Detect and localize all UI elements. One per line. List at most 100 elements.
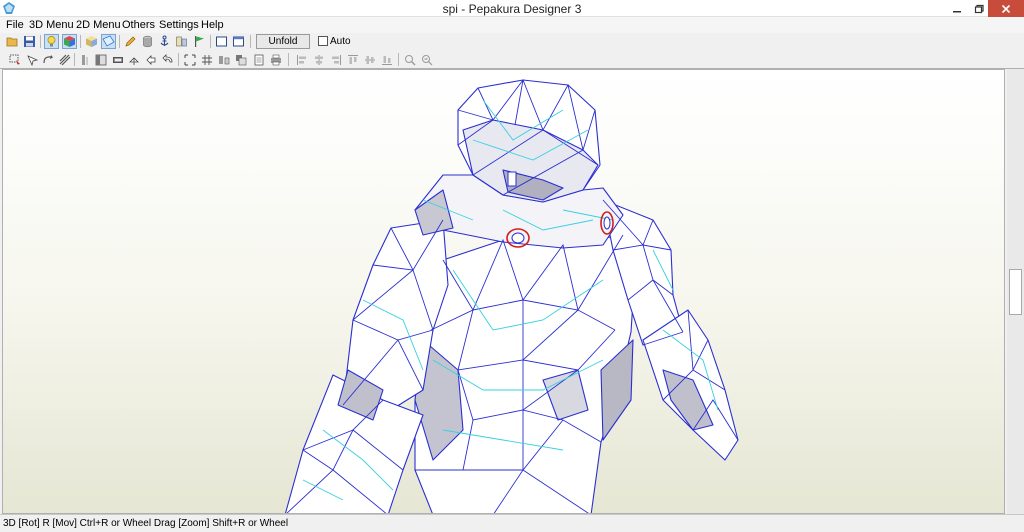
menu-help[interactable]: Help: [201, 19, 224, 31]
unfold-button[interactable]: Unfold: [256, 34, 310, 49]
save-button[interactable]: [22, 34, 37, 49]
snap-icon: [184, 54, 195, 65]
menu-2d[interactable]: 2D Menu: [76, 19, 121, 31]
snap-tool-button[interactable]: [182, 52, 197, 67]
toolbar-separator: [250, 35, 251, 48]
menu-settings[interactable]: Settings: [159, 19, 199, 31]
align-top-button[interactable]: [345, 52, 360, 67]
split-tool-button[interactable]: [77, 52, 92, 67]
menu-3d[interactable]: 3D Menu: [29, 19, 74, 31]
cylinder-icon: [143, 35, 152, 48]
pencil-button[interactable]: [123, 34, 138, 49]
mesh-ring-inner: [511, 232, 525, 244]
view-split-button[interactable]: [231, 34, 246, 49]
open-folder-icon: [6, 37, 18, 47]
toolbar-separator: [398, 53, 399, 66]
close-button[interactable]: [988, 0, 1024, 17]
scrollbar-thumb[interactable]: [1009, 269, 1022, 315]
3d-viewport[interactable]: [2, 69, 1005, 514]
zoom-fit-icon: [404, 54, 415, 65]
grid-tool-button[interactable]: [199, 52, 214, 67]
print-tool-button[interactable]: [268, 52, 283, 67]
page-tool-button[interactable]: [251, 52, 266, 67]
split-icon: [81, 54, 88, 65]
edit-toolbar: [0, 51, 1024, 69]
anchor-icon: [160, 35, 169, 46]
status-bar: 3D [Rot] R [Mov] Ctrl+R or Wheel Drag [Z…: [0, 514, 1024, 532]
parts-icon: [176, 36, 187, 47]
join-tool-button[interactable]: [57, 52, 72, 67]
edge-icon: [95, 54, 106, 65]
print-icon: [270, 54, 281, 65]
grid-icon: [201, 54, 212, 65]
undo-flap-tool-button[interactable]: [160, 52, 175, 67]
align-center-button[interactable]: [311, 52, 326, 67]
mesh-ring-inner: [603, 216, 611, 230]
toolbar-separator: [288, 53, 289, 66]
rotate-icon: [42, 54, 53, 63]
cylinder-button[interactable]: [140, 34, 155, 49]
move-icon: [26, 54, 38, 66]
open-button[interactable]: [5, 34, 20, 49]
vertical-scrollbar[interactable]: [1007, 69, 1024, 514]
minimize-icon: [953, 10, 961, 12]
title-bar: spi - Pepakura Designer 3: [0, 0, 1024, 17]
undo-flap-icon: [161, 53, 172, 62]
light-button[interactable]: [44, 34, 59, 49]
view-single-button[interactable]: [214, 34, 229, 49]
3d-model-mesh: [284, 79, 739, 513]
toolbar-separator: [40, 35, 41, 48]
align-icon: [218, 55, 229, 64]
zoom-reset-button[interactable]: [419, 52, 434, 67]
menu-file[interactable]: File: [6, 19, 24, 31]
texture-cube-icon: [64, 36, 75, 47]
cube-button[interactable]: [84, 34, 99, 49]
align-center-icon: [314, 54, 323, 65]
toolbar-separator: [119, 35, 120, 48]
anchor-button[interactable]: [157, 34, 172, 49]
edge-tool-button[interactable]: [93, 52, 108, 67]
flag-icon: [195, 36, 204, 47]
join-icon: [59, 54, 70, 65]
align-right-button[interactable]: [328, 52, 343, 67]
select-icon: [9, 54, 20, 64]
align-bottom-icon: [381, 55, 392, 65]
toolbar-separator: [74, 53, 75, 66]
align-middle-icon: [364, 55, 375, 64]
main-toolbar: Unfold Auto: [0, 33, 1024, 51]
select-face-icon: [102, 35, 115, 47]
align-left-icon: [296, 54, 306, 65]
align-tool-button[interactable]: [216, 52, 231, 67]
menu-others[interactable]: Others: [122, 19, 155, 31]
save-icon: [24, 36, 35, 47]
align-bottom-button[interactable]: [379, 52, 394, 67]
cut-tool-button[interactable]: [126, 52, 141, 67]
flap-tool-button[interactable]: [110, 52, 125, 67]
align-left-button[interactable]: [294, 52, 309, 67]
view-single-icon: [216, 36, 227, 47]
cut-icon: [128, 56, 139, 65]
zoom-fit-button[interactable]: [402, 52, 417, 67]
flip-tool-button[interactable]: [143, 52, 158, 67]
cube-icon: [86, 36, 97, 47]
auto-checkbox[interactable]: [318, 36, 328, 46]
align-middle-button[interactable]: [362, 52, 377, 67]
select-tool-button[interactable]: [7, 52, 22, 67]
flag-button[interactable]: [192, 34, 207, 49]
parts-button[interactable]: [174, 34, 189, 49]
page-icon: [254, 54, 263, 65]
restore-icon: [974, 4, 984, 13]
light-bulb-icon: [47, 36, 56, 47]
mesh-helmet-vent: [507, 171, 517, 187]
rotate-tool-button[interactable]: [40, 52, 55, 67]
select-face-button[interactable]: [101, 34, 116, 49]
layout-tool-button[interactable]: [233, 52, 248, 67]
toolbar-separator: [80, 35, 81, 48]
texture-button[interactable]: [62, 34, 77, 49]
flip-icon: [145, 54, 155, 65]
toolbar-separator: [210, 35, 211, 48]
move-tool-button[interactable]: [24, 52, 39, 67]
layout-icon: [235, 54, 246, 65]
pencil-icon: [125, 36, 136, 47]
menu-bar: File 3D Menu 2D Menu Others Settings Hel…: [0, 17, 1024, 33]
